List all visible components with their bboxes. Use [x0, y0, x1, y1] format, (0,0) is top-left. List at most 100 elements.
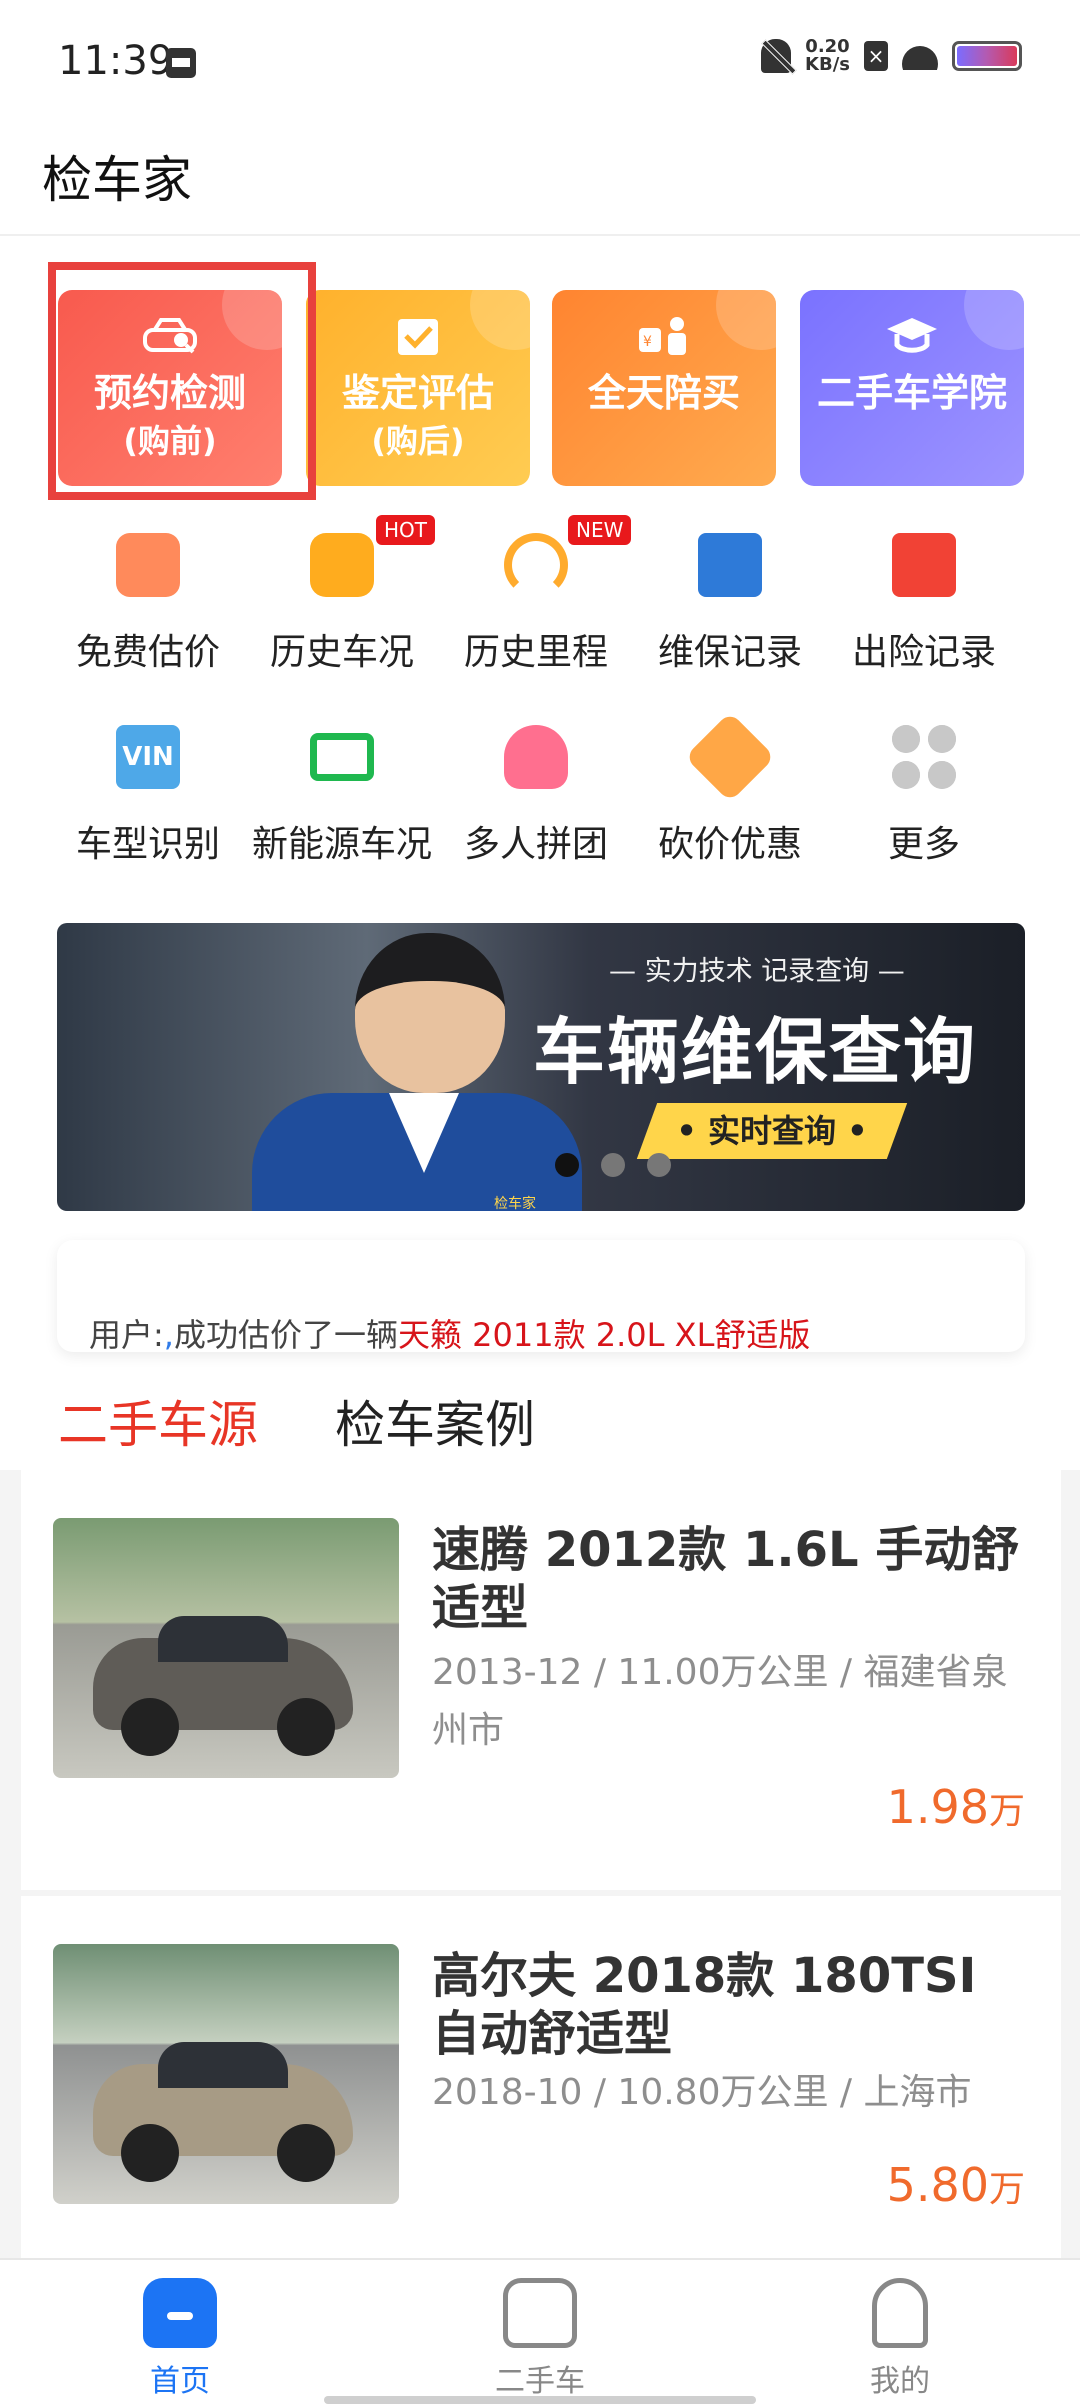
page-title: 检车家: [42, 151, 192, 209]
service-label: 车型识别: [75, 824, 220, 865]
listing-meta: 2013-12 / 11.00万公里 / 福建省泉州市: [432, 1652, 1008, 1751]
header-divider: [0, 234, 1080, 236]
service-label: 维保记录: [657, 632, 802, 673]
carousel-dot[interactable]: [601, 1153, 625, 1177]
calendar-icon: [166, 48, 196, 78]
car-photo: [53, 1944, 399, 2204]
technician-image: 检车家: [227, 933, 582, 1211]
accident-record-icon: [892, 533, 956, 597]
vin-icon: VIN: [116, 725, 180, 789]
accident-record-item[interactable]: 出险记录: [834, 515, 1014, 675]
network-speed-unit: KB/s: [805, 54, 850, 75]
card-subtitle: (购后): [371, 422, 465, 460]
vehicle-id-item[interactable]: VIN 车型识别: [58, 707, 238, 867]
maintenance-record-icon: [698, 533, 762, 597]
car-wheel: [121, 2124, 179, 2182]
odometer-icon: [504, 533, 568, 597]
listing-title: 高尔夫 2018款 180TSI 自动舒适型: [432, 1948, 977, 2062]
maintenance-record-item[interactable]: 维保记录: [640, 515, 820, 675]
new-energy-item[interactable]: 新能源车况: [252, 707, 432, 867]
new-tag: NEW: [568, 515, 632, 545]
history-mileage-item[interactable]: NEW 历史里程: [446, 515, 632, 675]
battery-status-icon: [310, 733, 374, 781]
listing-meta: 2018-10 / 10.80万公里 / 上海市: [432, 2072, 972, 2113]
service-label: 多人拼团: [463, 824, 608, 865]
car-wheel: [277, 1698, 335, 1756]
car-wheel: [277, 2124, 335, 2182]
service-label: 历史里程: [463, 632, 608, 673]
carousel-dot-active[interactable]: [555, 1153, 579, 1177]
network-speed: 0.20 KB/s: [805, 38, 850, 74]
wifi-icon: [902, 42, 938, 70]
profile-icon: [872, 2278, 928, 2348]
banner-subtitle: — 实力技术 记录查询 —: [609, 956, 905, 987]
uniform-badge: 检车家: [494, 1196, 536, 1211]
service-label: 新能源车况: [252, 824, 433, 865]
car-window: [158, 1616, 288, 1662]
battery-icon: [952, 41, 1022, 71]
price-value: 5.80: [886, 2158, 989, 2212]
svg-text:¥: ¥: [643, 334, 652, 350]
history-condition-item[interactable]: HOT 历史车况: [252, 515, 435, 675]
notice-highlight: 天籁 2011款 2.0L XL舒适版: [397, 1316, 811, 1354]
service-label: 出险记录: [851, 632, 996, 673]
listing-card[interactable]: 速腾 2012款 1.6L 手动舒适型 2013-12 / 11.00万公里 /…: [21, 1470, 1061, 1890]
shopping-person-icon: ¥: [639, 317, 686, 355]
selected-card-highlight: [48, 262, 316, 500]
price-unit: 万: [988, 2169, 1025, 2210]
activity-notice: 用户:,成功估价了一辆天籁 2011款 2.0L XL舒适版: [57, 1240, 1025, 1354]
sim-x-icon: ×: [864, 41, 888, 71]
card-title: 鉴定评估: [341, 371, 494, 415]
listing-tabs: 二手车源 检车案例: [58, 1385, 1028, 1463]
home-indicator[interactable]: [324, 2396, 756, 2404]
price-unit: 万: [988, 1791, 1025, 1832]
car-photo: [53, 1518, 399, 1778]
listing-card[interactable]: 高尔夫 2018款 180TSI 自动舒适型 2018-10 / 10.80万公…: [21, 1896, 1061, 2260]
listing-price: 5.80万: [887, 2158, 1025, 2212]
tab-used-cars[interactable]: 二手车源: [58, 1385, 258, 1457]
card-title: 二手车学院: [816, 371, 1007, 415]
banner-title: 车辆维保查询: [533, 1010, 978, 1094]
notice-text: 用户:,成功估价了一辆天籁 2011款 2.0L XL舒适版: [89, 1310, 810, 1356]
carousel-dot[interactable]: [647, 1153, 671, 1177]
nav-profile-label: 我的: [870, 2364, 930, 2399]
status-time: 11:39: [58, 38, 174, 84]
nav-home-label: 首页: [150, 2364, 210, 2399]
notice-message: 成功估价了一辆: [173, 1316, 398, 1354]
car-wheel: [121, 1698, 179, 1756]
status-icons: 0.20 KB/s ×: [761, 38, 1022, 74]
nav-used-cars-label: 二手车: [495, 2364, 585, 2399]
price-value: 1.98: [886, 1780, 989, 1834]
promo-banner[interactable]: 检车家 — 实力技术 记录查询 — 车辆维保查询 • 实时查询 •: [57, 923, 1025, 1211]
group-purchase-item[interactable]: 多人拼团: [446, 707, 626, 867]
used-car-academy-card[interactable]: 二手车学院: [800, 290, 1024, 486]
appraisal-card[interactable]: 鉴定评估 (购后): [306, 290, 530, 486]
full-day-purchase-card[interactable]: ¥ 全天陪买: [552, 290, 776, 486]
bargain-discount-item[interactable]: 砍价优惠: [640, 707, 820, 867]
service-label: 历史车况: [269, 632, 414, 673]
realtime-query-button[interactable]: • 实时查询 •: [636, 1103, 908, 1159]
nav-used-cars[interactable]: 二手车: [440, 2278, 640, 2400]
nav-home[interactable]: 首页: [80, 2278, 280, 2400]
calculator-icon: [116, 533, 180, 597]
tab-inspection-cases[interactable]: 检车案例: [335, 1385, 535, 1457]
group-icon: [504, 725, 568, 789]
service-label: 免费估价: [75, 632, 220, 673]
service-label: 砍价优惠: [657, 824, 802, 865]
listing-title: 速腾 2012款 1.6L 手动舒适型: [432, 1522, 1020, 1636]
car-history-icon: [310, 533, 374, 597]
home-icon: [143, 2278, 217, 2348]
notice-prefix: 用户:: [89, 1316, 164, 1354]
price-tag-icon: [684, 711, 776, 803]
car-window: [158, 2042, 288, 2088]
bell-off-icon: [761, 39, 792, 73]
more-services-item[interactable]: 更多: [834, 707, 1014, 867]
card-title: 全天陪买: [587, 371, 740, 415]
listing-price: 1.98万: [887, 1780, 1025, 1834]
banner-button-label: • 实时查询 •: [676, 1112, 868, 1150]
free-valuation-item[interactable]: 免费估价: [58, 515, 238, 675]
graduation-cap-icon: [887, 318, 937, 353]
notice-separator: ,: [163, 1316, 174, 1354]
service-label: 更多: [887, 824, 960, 865]
nav-profile[interactable]: 我的: [800, 2278, 1000, 2400]
